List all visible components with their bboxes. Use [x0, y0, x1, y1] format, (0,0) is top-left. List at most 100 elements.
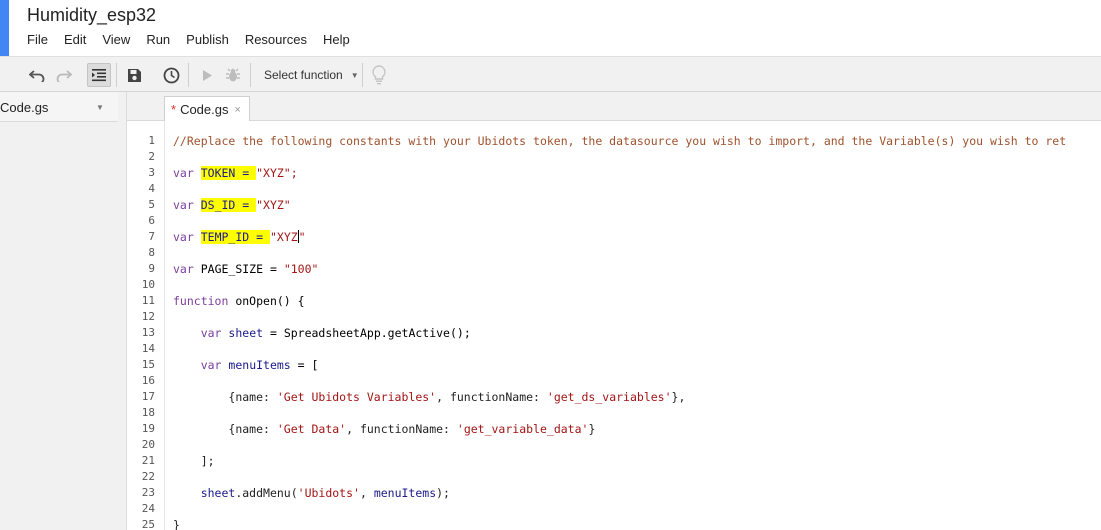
keyword: var — [200, 326, 222, 340]
line-number: 17 — [141, 390, 155, 403]
highlighted-identifier: TOKEN = — [200, 166, 257, 180]
menu-view[interactable]: View — [102, 32, 130, 48]
code-token: }, — [671, 390, 686, 404]
triggers-button[interactable] — [159, 63, 183, 87]
code-editor[interactable]: 1 //Replace the following constants with … — [127, 121, 1101, 530]
identifier: menuItems — [373, 486, 437, 500]
code-token: , — [359, 486, 374, 500]
save-button[interactable] — [122, 63, 146, 87]
line-number: 23 — [141, 486, 155, 499]
highlighted-identifier: TEMP_ID = — [200, 230, 270, 244]
string-quote: " — [298, 230, 306, 244]
line-number: 13 — [141, 326, 155, 339]
menubar: File Edit View Run Publish Resources Hel… — [27, 32, 366, 48]
highlighted-identifier: DS_ID = — [200, 198, 257, 212]
toolbar: Select function ▼ — [0, 56, 1101, 92]
line-number: 20 — [141, 438, 155, 451]
string-literal: 'Get Ubidots Variables' — [276, 390, 437, 404]
code-token: ); — [436, 486, 450, 500]
string-literal: 'Ubidots' — [297, 486, 360, 500]
keyword: var — [173, 262, 194, 276]
menu-help[interactable]: Help — [323, 32, 350, 48]
code-text: ]; — [173, 453, 215, 469]
file-pane: Code.gs ▼ — [0, 92, 127, 530]
code-text: {name: 'Get Ubidots Variables', function… — [173, 389, 685, 405]
code-text: var sheet = SpreadsheetApp.getActive(); — [173, 325, 471, 341]
identifier: sheet — [200, 486, 236, 500]
menu-run[interactable]: Run — [146, 32, 170, 48]
code-comment: //Replace the following constants with y… — [173, 134, 1067, 148]
keyword: var — [173, 198, 194, 212]
line-number: 11 — [141, 294, 155, 307]
string-literal: 'get_ds_variables' — [546, 390, 672, 404]
select-function-dropdown[interactable]: Select function ▼ — [255, 63, 368, 87]
code-token: .addMenu( — [235, 486, 298, 500]
code-token: {name: — [228, 390, 277, 404]
file-name: Code.gs — [0, 100, 49, 115]
toolbar-separator — [362, 63, 363, 87]
close-icon[interactable]: × — [234, 104, 240, 116]
code-text: {name: 'Get Data', functionName: 'get_va… — [173, 421, 595, 437]
line-number: 4 — [148, 182, 155, 195]
string-literal: "XYZ"; — [256, 166, 298, 180]
toolbar-separator — [116, 63, 117, 87]
run-button[interactable] — [195, 63, 219, 87]
keyword: var — [173, 166, 194, 180]
debug-button[interactable] — [221, 63, 245, 87]
clock-icon — [163, 67, 179, 83]
select-function-label: Select function — [264, 68, 343, 82]
code-text: function onOpen() { — [173, 293, 305, 309]
identifier: sheet — [228, 326, 264, 340]
code-text: } — [173, 517, 180, 530]
project-title[interactable]: Humidity_esp32 — [27, 5, 156, 26]
menu-resources[interactable]: Resources — [245, 32, 307, 48]
string-literal: "XYZ" — [256, 198, 291, 212]
line-number: 21 — [141, 454, 155, 467]
identifier: PAGE_SIZE = — [200, 262, 284, 276]
indent-icon — [92, 69, 106, 82]
code-text: var PAGE_SIZE = "100" — [173, 261, 318, 277]
menu-edit[interactable]: Edit — [64, 32, 86, 48]
expression: = [ — [290, 358, 319, 372]
undo-button[interactable] — [25, 63, 49, 87]
tab-strip: * Code.gs × — [127, 92, 1101, 122]
string-literal: 'get_variable_data' — [456, 422, 589, 436]
line-number: 14 — [141, 342, 155, 355]
identifier: menuItems — [228, 358, 291, 372]
line-number: 1 — [148, 134, 155, 147]
code-text: var TOKEN = "XYZ"; — [173, 165, 298, 181]
toolbar-separator — [188, 63, 189, 87]
line-number: 6 — [148, 214, 155, 227]
chevron-down-icon[interactable]: ▼ — [96, 103, 104, 112]
lightbulb-button[interactable] — [367, 63, 391, 87]
undo-icon — [29, 70, 45, 82]
redo-button[interactable] — [52, 63, 76, 87]
keyword: var — [200, 358, 222, 372]
string-literal: "100" — [283, 262, 319, 276]
code-text: var menuItems = [ — [173, 357, 319, 373]
line-number: 7 — [148, 230, 155, 243]
save-icon — [127, 68, 141, 82]
keyword: var — [173, 230, 194, 244]
line-number: 15 — [141, 358, 155, 371]
line-number: 8 — [148, 246, 155, 259]
toolbar-separator — [250, 63, 251, 87]
accent-bar — [0, 0, 9, 57]
code-text: var TEMP_ID = "XYZ" — [173, 229, 306, 245]
code-token: , functionName: — [346, 422, 457, 436]
line-number: 5 — [148, 198, 155, 211]
menu-file[interactable]: File — [27, 32, 48, 48]
tab-code-gs[interactable]: * Code.gs × — [164, 96, 250, 122]
file-list-item[interactable]: Code.gs ▼ — [0, 92, 118, 122]
indent-toggle-button[interactable] — [87, 63, 111, 87]
expression: = SpreadsheetApp.getActive(); — [263, 326, 471, 340]
string-literal: "XYZ — [269, 230, 298, 244]
menu-publish[interactable]: Publish — [186, 32, 229, 48]
code-token: , functionName: — [436, 390, 547, 404]
line-number: 22 — [141, 470, 155, 483]
bug-icon — [226, 68, 240, 82]
play-icon — [203, 69, 212, 81]
line-number: 24 — [141, 502, 155, 515]
line-number: 16 — [141, 374, 155, 387]
line-number: 9 — [148, 262, 155, 275]
